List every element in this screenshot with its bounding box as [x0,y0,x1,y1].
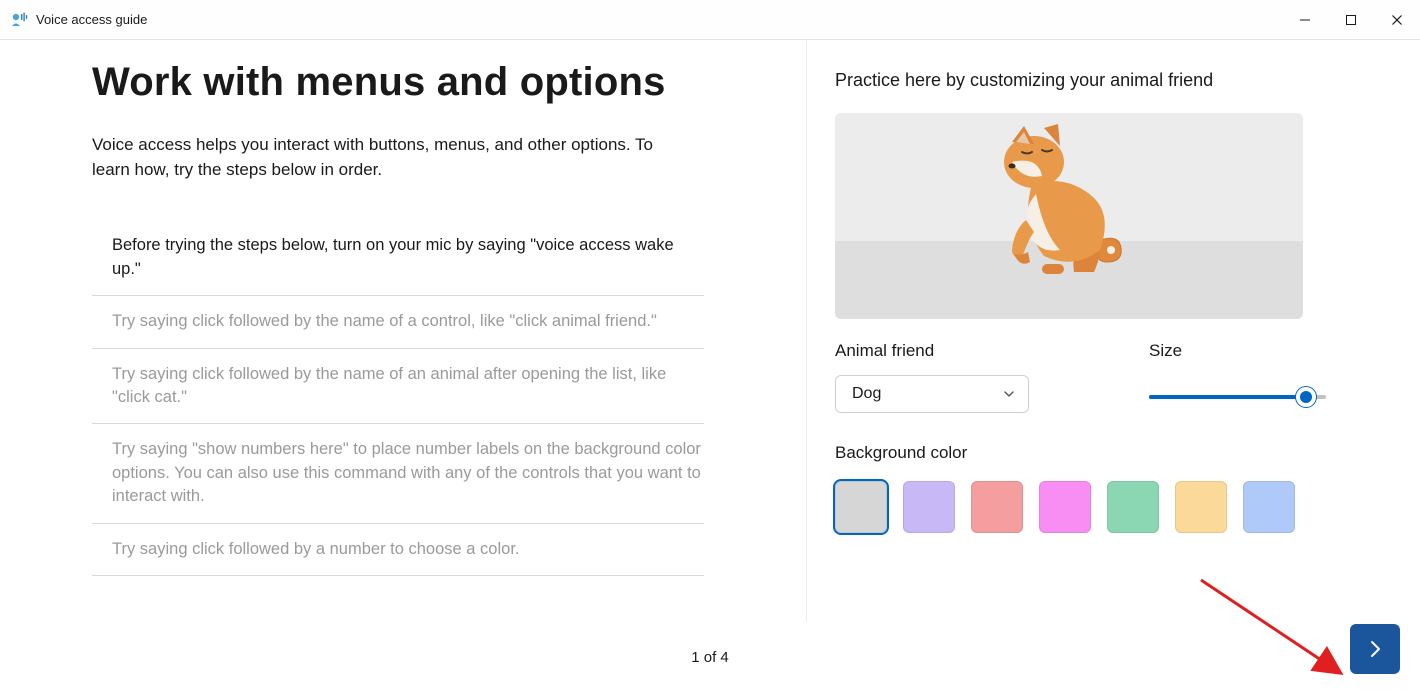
background-color-label: Background color [835,443,1326,463]
color-swatch[interactable] [971,481,1023,533]
practice-heading: Practice here by customizing your animal… [835,70,1326,91]
animal-friend-value: Dog [852,385,881,403]
step-item[interactable]: Try saying click followed by the name of… [92,349,704,425]
practice-panel: Practice here by customizing your animal… [806,40,1326,622]
chevron-right-icon [1364,638,1386,660]
step-item[interactable]: Try saying "show numbers here" to place … [92,424,704,523]
minimize-icon [1299,14,1311,26]
titlebar: Voice access guide [0,0,1420,40]
color-swatch[interactable] [1107,481,1159,533]
maximize-icon [1345,14,1357,26]
size-slider[interactable] [1149,387,1326,407]
step-item[interactable]: Try saying click followed by a number to… [92,524,704,576]
window-title: Voice access guide [36,12,147,27]
maximize-button[interactable] [1328,0,1374,40]
color-swatch[interactable] [903,481,955,533]
color-swatch[interactable] [1243,481,1295,533]
close-icon [1391,14,1403,26]
animal-friend-label: Animal friend [835,341,1029,361]
color-swatch[interactable] [835,481,887,533]
content-area: Work with menus and options Voice access… [0,40,1420,692]
color-swatch[interactable] [1039,481,1091,533]
chevron-down-icon [1002,387,1016,401]
step-item[interactable]: Try saying click followed by the name of… [92,296,704,348]
app-icon [10,11,28,29]
page-title: Work with menus and options [92,60,704,105]
color-swatch[interactable] [1175,481,1227,533]
step-list: Before trying the steps below, turn on y… [92,230,704,576]
page-indicator: 1 of 4 [0,649,1420,666]
instructions-column: Work with menus and options Voice access… [92,60,704,576]
next-button[interactable] [1350,624,1400,674]
minimize-button[interactable] [1282,0,1328,40]
step-item[interactable]: Before trying the steps below, turn on y… [92,230,704,296]
close-button[interactable] [1374,0,1420,40]
animal-friend-dropdown[interactable]: Dog [835,375,1029,413]
color-swatch-row [835,481,1326,533]
size-control: Size [1149,341,1326,413]
page-description: Voice access helps you interact with but… [92,133,672,182]
size-label: Size [1149,341,1326,361]
dog-illustration [994,122,1144,287]
animal-preview [835,113,1303,319]
animal-friend-control: Animal friend Dog [835,341,1029,413]
